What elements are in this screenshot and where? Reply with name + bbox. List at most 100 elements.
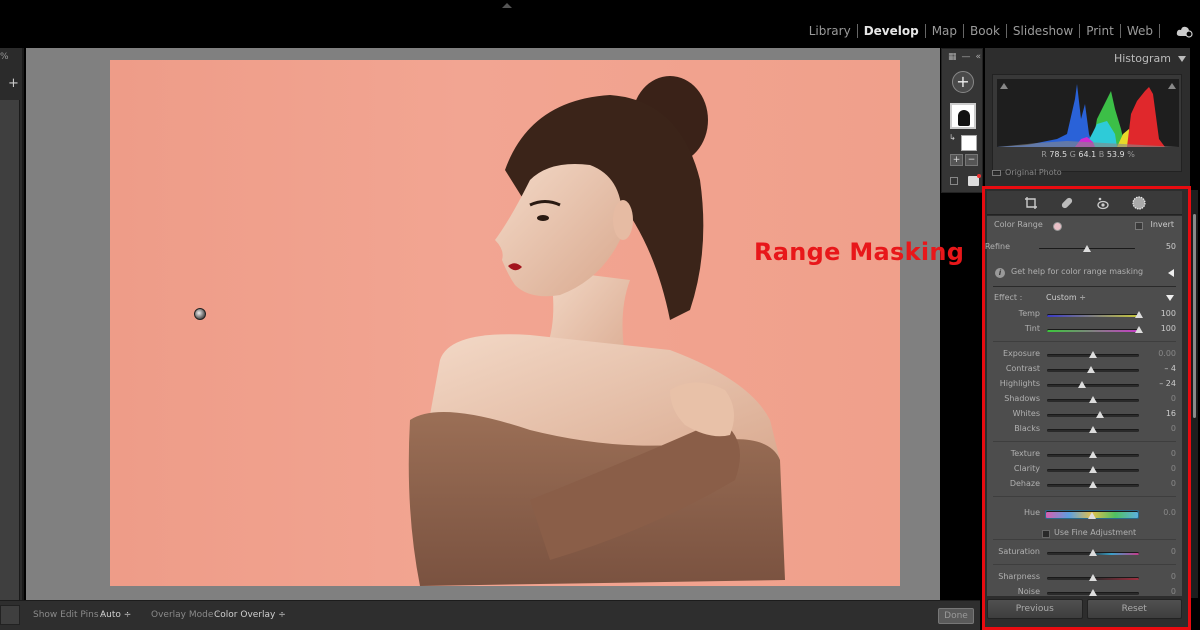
temp-thumb[interactable] (1135, 311, 1143, 318)
texture-value[interactable]: 0 (1171, 449, 1176, 458)
refine-value[interactable]: 50 (1166, 242, 1176, 251)
healing-icon[interactable] (1060, 196, 1074, 210)
overlay-mode-select[interactable]: Color Overlay ÷ (214, 610, 286, 620)
blacks-track[interactable] (1047, 426, 1139, 433)
sharpness-thumb[interactable] (1089, 574, 1097, 581)
module-book[interactable]: Book (964, 24, 1006, 38)
effect-preset-select[interactable]: Custom ÷ (1046, 293, 1086, 302)
texture-track[interactable] (1047, 451, 1139, 458)
left-toolbar-button[interactable] (0, 605, 20, 625)
saturation-value[interactable]: 0 (1171, 547, 1176, 556)
saturation-track[interactable] (1047, 549, 1139, 556)
collapse-histogram-icon[interactable] (1178, 56, 1186, 62)
add-to-mask-button[interactable]: + (950, 154, 963, 166)
whites-track[interactable] (1047, 411, 1139, 418)
use-fine-adjustment-checkbox[interactable] (1042, 530, 1050, 538)
cloud-sync-icon[interactable] (1176, 24, 1194, 38)
color-range-submask-thumbnail[interactable] (961, 135, 977, 151)
crop-icon[interactable] (1024, 196, 1038, 210)
invert-label: Invert (1150, 220, 1174, 229)
module-map[interactable]: Map (926, 24, 963, 38)
image-canvas[interactable] (26, 48, 940, 600)
shadow-clipping-icon[interactable] (1000, 83, 1008, 89)
exposure-thumb[interactable] (1089, 351, 1097, 358)
shadows-value[interactable]: 0 (1171, 394, 1176, 403)
texture-thumb[interactable] (1089, 451, 1097, 458)
noise-thumb[interactable] (1089, 589, 1097, 596)
whites-thumb[interactable] (1096, 411, 1105, 418)
invert-checkbox[interactable] (1135, 222, 1143, 230)
histogram-header[interactable]: Histogram (985, 52, 1185, 70)
create-new-mask-button[interactable]: + (952, 71, 974, 93)
contrast-thumb[interactable] (1087, 366, 1096, 373)
navigator-zoom-label[interactable]: % (0, 52, 9, 62)
whites-value[interactable]: 16 (1166, 409, 1176, 418)
help-expand-icon[interactable] (1168, 269, 1174, 277)
exposure-value[interactable]: 0.00 (1158, 349, 1176, 358)
saturation-thumb[interactable] (1089, 549, 1097, 556)
module-develop[interactable]: Develop (858, 24, 925, 38)
range-masking-panel: Color Range Invert Refine 50 i Get help … (982, 186, 1191, 630)
blacks-value[interactable]: 0 (1171, 424, 1176, 433)
tint-value[interactable]: 100 (1161, 324, 1176, 333)
shadows-track[interactable] (1047, 396, 1139, 403)
reset-button[interactable]: Reset (1086, 599, 1182, 619)
blacks-thumb[interactable] (1089, 426, 1097, 433)
slider-saturation: Saturation 0 (987, 547, 1182, 561)
contrast-value[interactable]: – 4 (1164, 364, 1176, 373)
histogram: R 78.5 G 64.1 B 53.9 % (992, 74, 1182, 172)
highlights-value[interactable]: – 24 (1159, 379, 1176, 388)
module-library[interactable]: Library (803, 24, 857, 38)
original-photo-toggle[interactable]: Original Photo (992, 168, 1062, 177)
temp-value[interactable]: 100 (1161, 309, 1176, 318)
panel-layout-icon[interactable]: ▦ (948, 52, 957, 62)
hue-track[interactable] (1045, 510, 1139, 519)
hue-thumb[interactable] (1088, 512, 1096, 519)
noise-track[interactable] (1047, 589, 1139, 596)
collapse-top-panel-icon[interactable] (502, 3, 512, 8)
dehaze-track[interactable] (1047, 481, 1139, 488)
color-range-sampler[interactable] (1053, 222, 1062, 231)
refine-track[interactable] (1039, 245, 1135, 252)
highlights-thumb[interactable] (1077, 381, 1086, 388)
sharpness-value[interactable]: 0 (1171, 572, 1176, 581)
mask-thumbnail[interactable] (950, 103, 976, 129)
masking-icon[interactable] (1131, 195, 1146, 210)
right-panel-scrollbar[interactable] (1193, 214, 1196, 418)
refine-thumb[interactable] (1083, 245, 1091, 252)
clarity-value[interactable]: 0 (1171, 464, 1176, 473)
edit-pin[interactable] (194, 308, 206, 320)
module-slideshow[interactable]: Slideshow (1007, 24, 1079, 38)
show-overlay-checkbox[interactable] (950, 177, 958, 185)
minimize-icon[interactable]: — (962, 52, 971, 62)
previous-button[interactable]: Previous (987, 599, 1083, 619)
subtract-from-mask-button[interactable]: − (965, 154, 978, 166)
done-button[interactable]: Done (938, 608, 974, 624)
add-preset-icon[interactable]: + (8, 76, 19, 91)
effect-collapse-icon[interactable] (1166, 295, 1174, 301)
exposure-track[interactable] (1047, 351, 1139, 358)
clarity-thumb[interactable] (1089, 466, 1097, 473)
show-edit-pins-select[interactable]: Auto ÷ (100, 610, 131, 620)
noise-value[interactable]: 0 (1171, 587, 1176, 596)
histogram-graph[interactable] (997, 79, 1179, 147)
dehaze-thumb[interactable] (1089, 481, 1097, 488)
dehaze-value[interactable]: 0 (1171, 479, 1176, 488)
clarity-track[interactable] (1047, 466, 1139, 473)
tint-track[interactable] (1047, 326, 1143, 333)
temp-track[interactable] (1047, 311, 1143, 318)
module-web[interactable]: Web (1121, 24, 1159, 38)
overlay-color-icon[interactable] (968, 174, 981, 186)
sharpness-track[interactable] (1047, 574, 1139, 581)
highlights-track[interactable] (1047, 381, 1139, 388)
module-print[interactable]: Print (1080, 24, 1120, 38)
photo[interactable] (110, 60, 900, 586)
shadows-thumb[interactable] (1089, 396, 1097, 403)
hue-value[interactable]: 0.0 (1163, 508, 1176, 517)
contrast-track[interactable] (1047, 366, 1139, 373)
tint-thumb[interactable] (1135, 326, 1143, 333)
help-link[interactable]: Get help for color range masking (1011, 267, 1143, 276)
red-eye-icon[interactable] (1096, 196, 1110, 210)
highlight-clipping-icon[interactable] (1168, 83, 1176, 89)
collapse-icon[interactable]: « (976, 52, 982, 62)
